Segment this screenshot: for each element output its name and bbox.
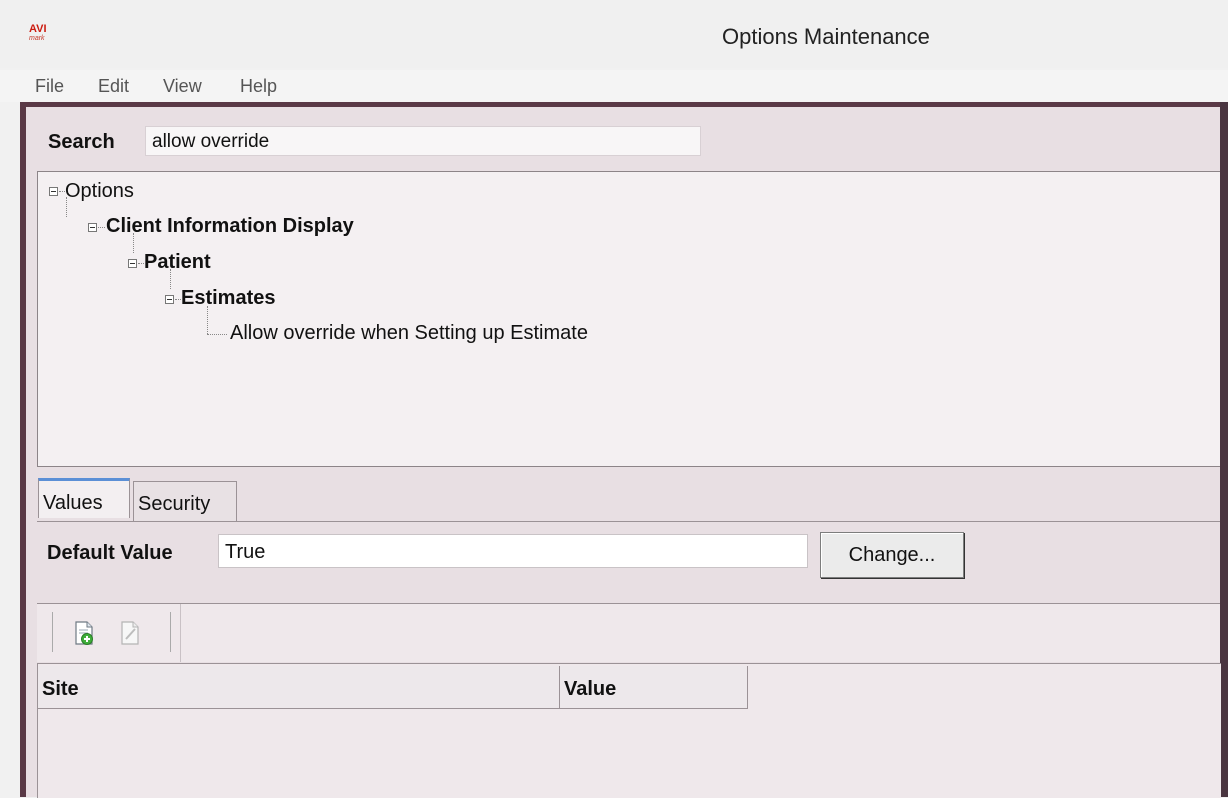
window-title: Options Maintenance <box>722 24 930 49</box>
frame-top <box>20 102 1228 107</box>
tree-node-estimates[interactable]: Estimates <box>181 287 276 310</box>
app-logo-icon: AVI mark <box>29 23 47 42</box>
tree-connector <box>207 334 227 335</box>
tree-node-patient[interactable]: Patient <box>144 251 211 274</box>
tree-node-allow-override[interactable]: Allow override when Setting up Estimate <box>230 322 588 345</box>
menu-file[interactable]: File <box>35 76 64 97</box>
tab-values[interactable]: Values <box>38 478 130 518</box>
toolbar-separator <box>52 612 53 652</box>
collapse-patient-icon[interactable] <box>128 259 137 268</box>
tree-connector <box>98 227 105 228</box>
menu-bar: File Edit View Help <box>0 70 1228 102</box>
default-value-label: Default Value <box>47 542 173 564</box>
column-header-value[interactable]: Value <box>560 666 748 709</box>
title-bar: AVI mark Options Maintenance <box>0 0 1228 68</box>
tab-divider <box>37 521 1220 522</box>
edit-record-icon[interactable] <box>120 620 140 646</box>
tab-security[interactable]: Security <box>133 481 237 521</box>
column-header-site[interactable]: Site <box>38 666 560 709</box>
menu-edit[interactable]: Edit <box>98 76 129 97</box>
collapse-client-info-icon[interactable] <box>88 223 97 232</box>
collapse-estimates-icon[interactable] <box>165 295 174 304</box>
toolbar-edge <box>180 604 181 662</box>
tree-connector <box>207 306 208 334</box>
change-button[interactable]: Change... <box>820 532 964 578</box>
toolbar-separator <box>170 612 171 652</box>
menu-view[interactable]: View <box>163 76 202 97</box>
frame-right <box>1220 102 1228 797</box>
collapse-options-icon[interactable] <box>49 187 58 196</box>
add-record-icon[interactable] <box>74 620 94 646</box>
search-input[interactable]: allow override <box>145 126 701 156</box>
tree-node-client-information-display[interactable]: Client Information Display <box>106 215 354 238</box>
menu-help[interactable]: Help <box>240 76 277 97</box>
default-value-field[interactable]: True <box>218 534 808 568</box>
search-label: Search <box>48 131 115 153</box>
tree-node-options[interactable]: Options <box>65 180 134 203</box>
grid-toolbar <box>37 603 1220 662</box>
frame-left <box>20 104 26 797</box>
